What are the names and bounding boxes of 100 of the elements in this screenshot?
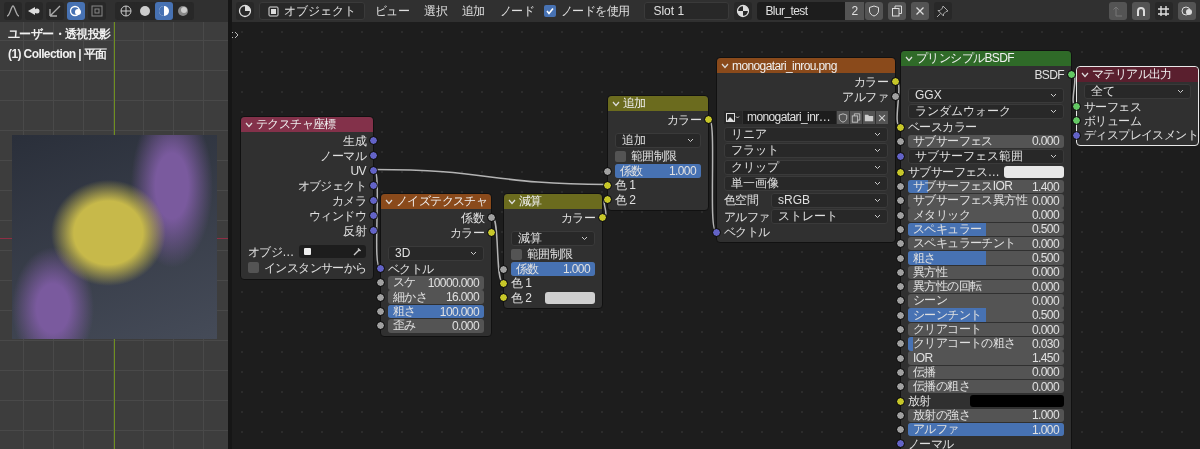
number-field[interactable]: サブサーフェス異方性 0.000: [908, 194, 1064, 208]
node[interactable]: monogatari_inrou.png カラー アルファ monogatari_inr… リニア フラット クリップ 単一画像 色空間 sRGB アルファ ストレート ベクトル: [716, 57, 896, 244]
number-field[interactable]: 伝播の粗さ 0.000: [908, 380, 1064, 394]
socket[interactable]: [377, 308, 384, 316]
socket[interactable]: [897, 240, 904, 248]
overlay-icon[interactable]: [1178, 2, 1196, 20]
dropdown[interactable]: 減算: [511, 230, 595, 246]
number-field[interactable]: サブサーフェス 0.000: [908, 134, 1064, 149]
dropdown[interactable]: sRGB: [771, 192, 888, 208]
socket[interactable]: [892, 93, 899, 100]
socket[interactable]: [599, 214, 606, 221]
value-slider[interactable]: スペキュラー 0.500: [908, 222, 1064, 237]
material-preview-icon[interactable]: [155, 2, 173, 20]
dropdown[interactable]: ストレート: [771, 209, 888, 225]
value-slider[interactable]: アルファ 1.000: [908, 422, 1064, 437]
socket[interactable]: [897, 397, 904, 405]
socket[interactable]: [500, 294, 507, 302]
socket[interactable]: [897, 311, 904, 319]
menu-item[interactable]: 選択: [419, 2, 452, 20]
image-browse-icon[interactable]: [724, 111, 742, 124]
dropdown[interactable]: 追加: [615, 132, 701, 148]
folder-icon[interactable]: [863, 111, 875, 124]
collapse-icon[interactable]: [612, 100, 620, 107]
image-name-field[interactable]: monogatari_inr…: [743, 111, 836, 124]
socket[interactable]: [897, 211, 904, 219]
socket[interactable]: [377, 279, 384, 287]
grid-snap-icon[interactable]: [1155, 2, 1173, 20]
checkbox[interactable]: [615, 150, 626, 162]
socket[interactable]: [897, 297, 904, 305]
number-field[interactable]: 異方性の回転 0.000: [908, 279, 1064, 294]
socket[interactable]: [604, 196, 611, 204]
socket[interactable]: [897, 254, 904, 262]
socket[interactable]: [897, 326, 904, 334]
number-field[interactable]: スペキュラーチント 0.000: [908, 237, 1064, 251]
shield-icon[interactable]: [864, 2, 883, 20]
checkbox[interactable]: [248, 262, 259, 274]
gizmo-icon[interactable]: [46, 2, 64, 20]
socket[interactable]: [500, 279, 507, 287]
color-swatch[interactable]: [1004, 166, 1064, 179]
value-slider[interactable]: シーンチント 0.500: [908, 308, 1064, 322]
material-browse-icon[interactable]: [734, 2, 753, 20]
dropdown[interactable]: サブサーフェス範囲: [908, 149, 1064, 165]
number-field[interactable]: スケ 10000.000: [388, 276, 484, 290]
object-field[interactable]: [298, 245, 366, 258]
number-field[interactable]: 異方性 0.000: [908, 265, 1064, 280]
number-field[interactable]: 伝播 0.000: [908, 365, 1064, 380]
xray-icon[interactable]: [88, 2, 106, 20]
socket[interactable]: [897, 183, 904, 191]
socket[interactable]: [897, 283, 904, 291]
socket[interactable]: [488, 214, 495, 221]
node-header[interactable]: テクスチャ座標: [241, 117, 373, 132]
collapse-icon[interactable]: [1081, 71, 1089, 78]
node[interactable]: 減算 カラー 減算 範囲制限 係数 1.000 色 1 色 2: [503, 193, 603, 309]
socket[interactable]: [897, 197, 904, 205]
socket[interactable]: [488, 229, 495, 236]
dropdown[interactable]: 全て: [1084, 83, 1191, 99]
collapse-icon[interactable]: [245, 121, 253, 128]
socket[interactable]: [897, 340, 904, 348]
socket[interactable]: [897, 383, 904, 391]
node-header[interactable]: monogatari_inrou.png: [717, 58, 895, 73]
number-field[interactable]: メタリック 0.000: [908, 208, 1064, 222]
number-field[interactable]: 放射の強さ 1.000: [908, 408, 1064, 423]
node-header[interactable]: 追加: [608, 96, 708, 111]
checkbox[interactable]: [544, 5, 557, 17]
menu-item[interactable]: ノード: [494, 2, 540, 20]
socket[interactable]: [1073, 103, 1080, 111]
close-icon[interactable]: [910, 2, 929, 20]
area-toggle-icon[interactable]: [232, 31, 239, 39]
eyedropper-icon[interactable]: [353, 247, 362, 256]
dropdown[interactable]: 単一画像: [724, 176, 888, 192]
node[interactable]: マテリアル出力 全て サーフェス ボリューム ディスプレイスメント: [1076, 66, 1199, 147]
snap-icon[interactable]: [1132, 2, 1150, 20]
number-field[interactable]: 細かさ 16.000: [388, 290, 484, 304]
socket[interactable]: [897, 225, 904, 233]
value-slider[interactable]: 係数 1.000: [511, 262, 595, 276]
socket[interactable]: [897, 268, 904, 276]
node-header[interactable]: 減算: [504, 194, 602, 209]
collapse-icon[interactable]: [385, 198, 393, 205]
slot-dropdown[interactable]: Slot 1: [644, 2, 730, 20]
close-icon[interactable]: [876, 111, 888, 124]
pin-icon[interactable]: [933, 2, 952, 20]
color-swatch[interactable]: [970, 395, 1064, 408]
collapse-icon[interactable]: [721, 62, 729, 69]
socket[interactable]: [897, 123, 904, 131]
number-field[interactable]: シーン 0.000: [908, 294, 1064, 308]
node[interactable]: ノイズテクスチャ 係数 カラー 3D ベクトル スケ 10000.000 細かさ 16.000 粗さ 100.000 歪み 0.000: [380, 193, 492, 337]
dropdown[interactable]: 3D: [388, 245, 484, 261]
number-field[interactable]: IOR 1.450: [908, 351, 1064, 365]
menu-item[interactable]: 追加: [457, 2, 490, 20]
dropdown[interactable]: クリップ: [724, 159, 888, 175]
node[interactable]: [900, 50, 1072, 449]
socket[interactable]: [377, 293, 384, 301]
socket[interactable]: [1068, 71, 1075, 78]
socket[interactable]: [897, 368, 904, 376]
editor-type-icon[interactable]: [236, 2, 254, 20]
dropdown[interactable]: リニア: [724, 126, 888, 142]
menu-item[interactable]: ビュー: [370, 2, 415, 20]
number-field[interactable]: 歪み 0.000: [388, 319, 484, 333]
node-header[interactable]: プリンシプルBSDF: [901, 51, 1071, 66]
socket[interactable]: [604, 181, 611, 189]
